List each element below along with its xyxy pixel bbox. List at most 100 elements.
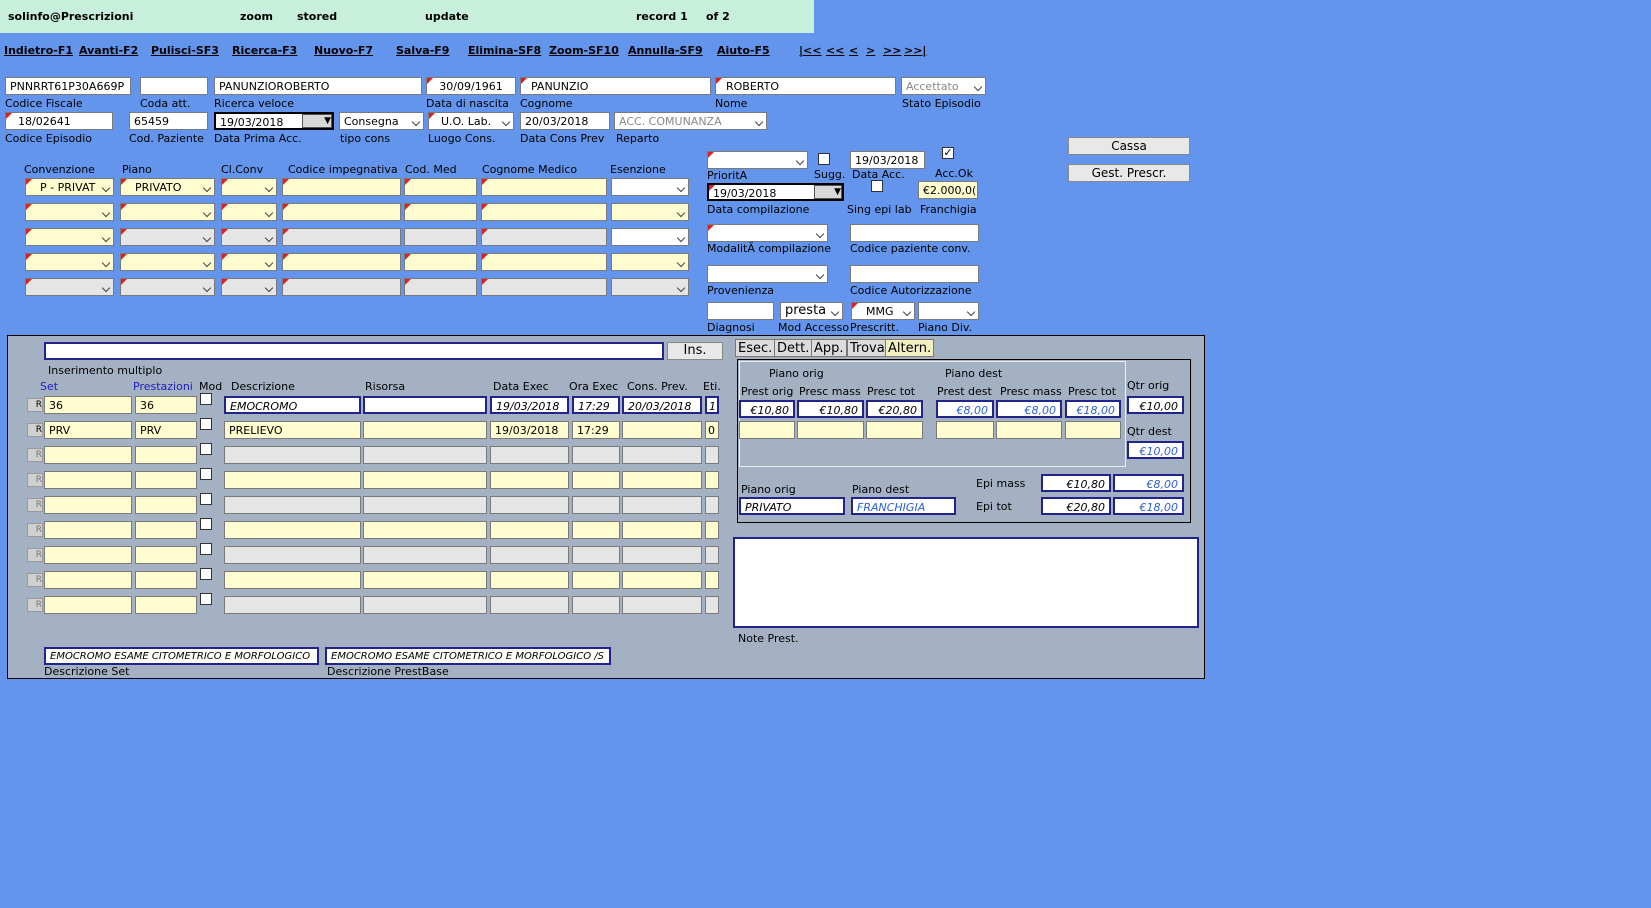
cl-conv-select[interactable] bbox=[221, 253, 277, 271]
data-exec-cell[interactable] bbox=[490, 596, 569, 614]
cod-paziente-field[interactable]: 65459 bbox=[129, 112, 208, 130]
row-select-button[interactable]: R bbox=[27, 448, 43, 462]
tab-esec[interactable]: Esec. bbox=[735, 339, 776, 357]
cons-prev-cell[interactable]: 20/03/2018 bbox=[622, 396, 702, 414]
menu-salva[interactable]: Salva-F9 bbox=[396, 44, 449, 57]
epi-tot-orig-value[interactable]: €20,80 bbox=[1041, 497, 1111, 515]
codice-impegnativa-field[interactable] bbox=[282, 253, 401, 271]
prestazioni-cell[interactable]: PRV bbox=[135, 421, 197, 439]
ora-exec-cell[interactable] bbox=[572, 571, 620, 589]
diagnosi-field[interactable] bbox=[707, 302, 774, 320]
set-cell[interactable]: 36 bbox=[44, 396, 132, 414]
prestazioni-cell[interactable] bbox=[135, 471, 197, 489]
cognome-field[interactable]: PANUNZIO bbox=[520, 77, 711, 95]
data-nascita-field[interactable]: 30/09/1961 bbox=[426, 77, 516, 95]
cassa-button[interactable]: Cassa bbox=[1068, 137, 1190, 155]
cod-med-field[interactable] bbox=[404, 178, 477, 196]
ora-exec-cell[interactable] bbox=[572, 596, 620, 614]
cl-conv-select[interactable] bbox=[221, 228, 277, 246]
data-exec-cell[interactable]: 19/03/2018 bbox=[490, 421, 569, 439]
piano-select[interactable] bbox=[120, 253, 215, 271]
nav-prev[interactable]: < bbox=[849, 44, 858, 57]
data-exec-cell[interactable] bbox=[490, 471, 569, 489]
risorsa-cell[interactable] bbox=[363, 396, 487, 414]
set-cell[interactable] bbox=[44, 496, 132, 514]
menu-avanti[interactable]: Avanti-F2 bbox=[79, 44, 138, 57]
eti-cell[interactable] bbox=[705, 496, 719, 514]
set-cell[interactable] bbox=[44, 521, 132, 539]
piano-select[interactable] bbox=[120, 203, 215, 221]
nome-field[interactable]: ROBERTO bbox=[715, 77, 896, 95]
ora-exec-cell[interactable]: 17:29 bbox=[572, 396, 620, 414]
presc-tot-orig-value[interactable]: €20,80 bbox=[866, 400, 923, 418]
risorsa-cell[interactable] bbox=[363, 596, 487, 614]
prest-dest-value[interactable]: €8,00 bbox=[936, 400, 994, 418]
mod-checkbox[interactable] bbox=[200, 418, 212, 430]
menu-elimina[interactable]: Elimina-SF8 bbox=[468, 44, 541, 57]
tipo-cons-select[interactable]: Consegna bbox=[339, 112, 424, 130]
cl-conv-select[interactable] bbox=[221, 203, 277, 221]
cl-conv-select[interactable] bbox=[221, 178, 277, 196]
eti-cell[interactable] bbox=[705, 521, 719, 539]
esenzione-select[interactable] bbox=[611, 253, 689, 271]
set-cell[interactable] bbox=[44, 471, 132, 489]
descrizione-cell[interactable]: EMOCROMO bbox=[224, 396, 361, 414]
ora-exec-cell[interactable]: 17:29 bbox=[572, 421, 620, 439]
stato-episodio-select[interactable]: Accettato bbox=[901, 77, 986, 95]
codice-fiscale-field[interactable]: PNNRRT61P30A669P bbox=[5, 77, 131, 95]
cod-med-field[interactable] bbox=[404, 228, 477, 246]
set-cell[interactable]: PRV bbox=[44, 421, 132, 439]
set-cell[interactable] bbox=[44, 571, 132, 589]
codice-paziente-conv-field[interactable] bbox=[850, 224, 979, 242]
menu-pulisci[interactable]: Pulisci-SF3 bbox=[151, 44, 219, 57]
eti-cell[interactable]: 1 bbox=[705, 396, 719, 414]
piano-div-select[interactable] bbox=[918, 302, 979, 320]
eti-cell[interactable] bbox=[705, 471, 719, 489]
menu-nuovo[interactable]: Nuovo-F7 bbox=[314, 44, 373, 57]
cognome-medico-field[interactable] bbox=[481, 203, 607, 221]
sing-epi-lab-checkbox[interactable] bbox=[871, 180, 883, 192]
piano-select[interactable]: PRIVATO bbox=[120, 178, 215, 196]
mod-checkbox[interactable] bbox=[200, 443, 212, 455]
descrizione-cell[interactable] bbox=[224, 596, 361, 614]
menu-annulla[interactable]: Annulla-SF9 bbox=[628, 44, 703, 57]
nav-last[interactable]: >>| bbox=[904, 44, 926, 57]
ora-exec-cell[interactable] bbox=[572, 471, 620, 489]
cons-prev-cell[interactable] bbox=[622, 421, 702, 439]
row-select-button[interactable]: R bbox=[27, 573, 43, 587]
mod-checkbox[interactable] bbox=[200, 593, 212, 605]
data-exec-cell[interactable] bbox=[490, 546, 569, 564]
esenzione-select[interactable] bbox=[611, 228, 689, 246]
cl-conv-select[interactable] bbox=[221, 278, 277, 296]
piano-select[interactable] bbox=[120, 228, 215, 246]
menu-zoom[interactable]: Zoom-SF10 bbox=[549, 44, 619, 57]
epi-mass-dest-value[interactable]: €8,00 bbox=[1113, 474, 1184, 492]
calendar-icon[interactable]: ▼ bbox=[814, 185, 842, 199]
eti-cell[interactable] bbox=[705, 446, 719, 464]
prestazioni-cell[interactable] bbox=[135, 546, 197, 564]
piano-select[interactable] bbox=[120, 278, 215, 296]
esenzione-select[interactable] bbox=[611, 178, 689, 196]
presc-mass-orig-value[interactable]: €10,80 bbox=[797, 400, 864, 418]
prestazioni-cell[interactable] bbox=[135, 496, 197, 514]
nav-next-page[interactable]: >> bbox=[883, 44, 901, 57]
prest-orig-value[interactable]: €10,80 bbox=[739, 400, 795, 418]
cons-prev-cell[interactable] bbox=[622, 546, 702, 564]
prestazioni-cell[interactable] bbox=[135, 596, 197, 614]
risorsa-cell[interactable] bbox=[363, 446, 487, 464]
tab-trova[interactable]: Trova bbox=[847, 339, 888, 357]
ricerca-veloce-field[interactable]: PANUNZIOROBERTO bbox=[214, 77, 422, 95]
esenzione-select[interactable] bbox=[611, 278, 689, 296]
set-cell[interactable] bbox=[44, 446, 132, 464]
codice-impegnativa-field[interactable] bbox=[282, 203, 401, 221]
cons-prev-cell[interactable] bbox=[622, 596, 702, 614]
mod-accesso-select[interactable]: presta bbox=[780, 302, 843, 320]
cod-med-field[interactable] bbox=[404, 203, 477, 221]
nav-next[interactable]: > bbox=[866, 44, 875, 57]
ora-exec-cell[interactable] bbox=[572, 546, 620, 564]
cons-prev-cell[interactable] bbox=[622, 571, 702, 589]
prestazioni-cell[interactable] bbox=[135, 521, 197, 539]
prest-orig-empty[interactable] bbox=[739, 421, 795, 439]
ora-exec-cell[interactable] bbox=[572, 496, 620, 514]
codice-impegnativa-field[interactable] bbox=[282, 178, 401, 196]
